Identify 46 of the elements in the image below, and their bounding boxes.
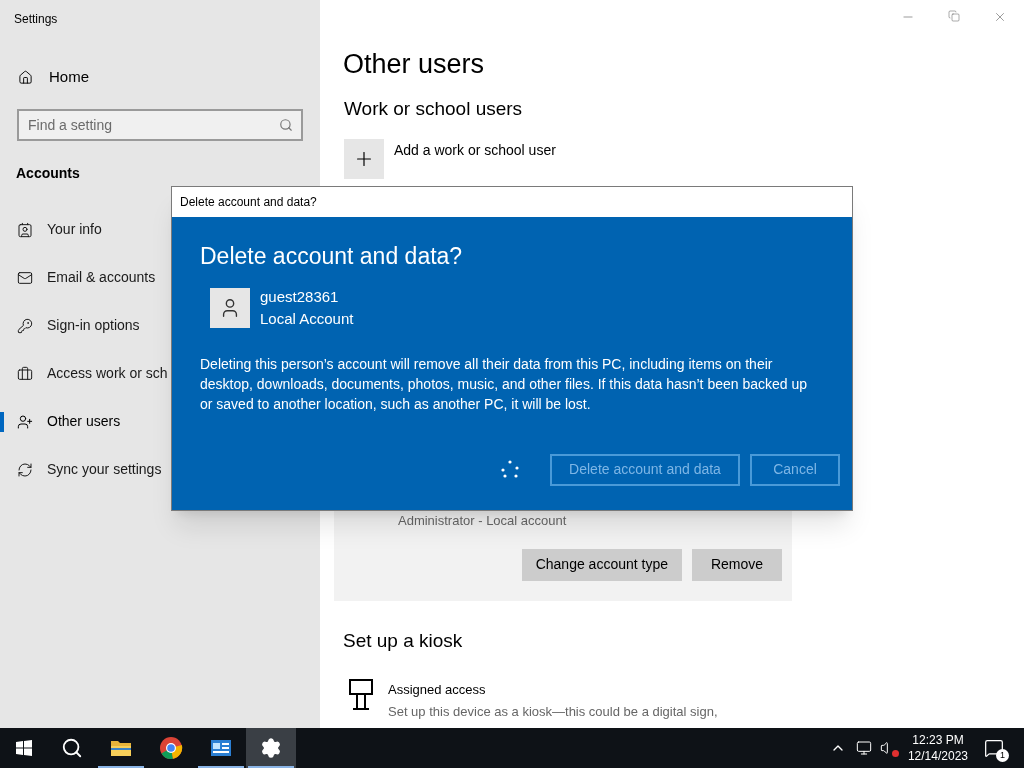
envelope-icon: [17, 269, 33, 286]
search-field[interactable]: Find a setting: [17, 108, 303, 141]
window-title: Settings: [14, 11, 58, 28]
notification-count: 1: [996, 749, 1009, 762]
control-panel-icon: [210, 739, 232, 757]
nav-item[interactable]: Access work or sch: [17, 363, 168, 384]
nav-item[interactable]: Sync your settings: [17, 459, 162, 480]
clock-time[interactable]: 12:23 PM: [912, 732, 964, 748]
windows-logo-icon[interactable]: [16, 740, 32, 756]
nav-item[interactable]: Email & accounts: [17, 267, 156, 288]
section-heading: Accounts: [16, 163, 80, 183]
user-name: guest28361: [260, 286, 340, 307]
clock-date[interactable]: 12/14/2023: [907, 748, 968, 764]
add-tile[interactable]: [344, 139, 384, 179]
dialog-heading: Delete account and data?: [200, 242, 463, 271]
section-heading: Set up a kiosk: [343, 629, 463, 653]
home-icon: [18, 69, 33, 85]
warning-message: Deleting this person’s account will remove all their data from this PC, including items on their desktop, downloads, documents, photos, music, and other files. If this data hasn’t been backed up or saved to another location, such as another PC, it will be lost.: [200, 354, 809, 414]
add-user-link[interactable]: Add a work or school user: [394, 139, 556, 161]
nav-item[interactable]: Your info: [17, 219, 102, 240]
kiosk-icon: [348, 677, 374, 712]
user-plus-icon: [17, 413, 33, 430]
key-icon: [17, 317, 33, 334]
folder-icon: [110, 739, 132, 757]
page-title: Other users: [343, 48, 485, 81]
chrome-logo-icon: [159, 736, 183, 760]
section-heading: Work or school users: [344, 96, 523, 121]
nav-item[interactable]: Sign-in options: [17, 315, 140, 336]
nav-item[interactable]: Other users: [17, 411, 121, 432]
taskbar-app[interactable]: [246, 728, 296, 768]
account-type: Local Account: [260, 308, 354, 329]
account-subtitle: Administrator - Local account: [398, 512, 567, 530]
home-link[interactable]: Home: [18, 66, 89, 89]
card-button[interactable]: Remove: [692, 548, 782, 581]
muted-badge: [891, 750, 899, 757]
card-button[interactable]: Change account type: [521, 548, 682, 581]
search-icon: [279, 117, 293, 132]
sync-icon: [17, 461, 33, 478]
item-description: Set up this device as a kiosk—this could be a digital sign,: [388, 703, 718, 721]
item-title[interactable]: Assigned access: [388, 679, 718, 699]
briefcase-icon: [17, 365, 33, 382]
dialog-title: Delete account and data?: [180, 194, 317, 211]
network-icon[interactable]: [855, 740, 872, 756]
close-icon[interactable]: [993, 10, 1007, 24]
search-icon[interactable]: [61, 737, 83, 759]
contact-card-icon: [17, 221, 33, 238]
